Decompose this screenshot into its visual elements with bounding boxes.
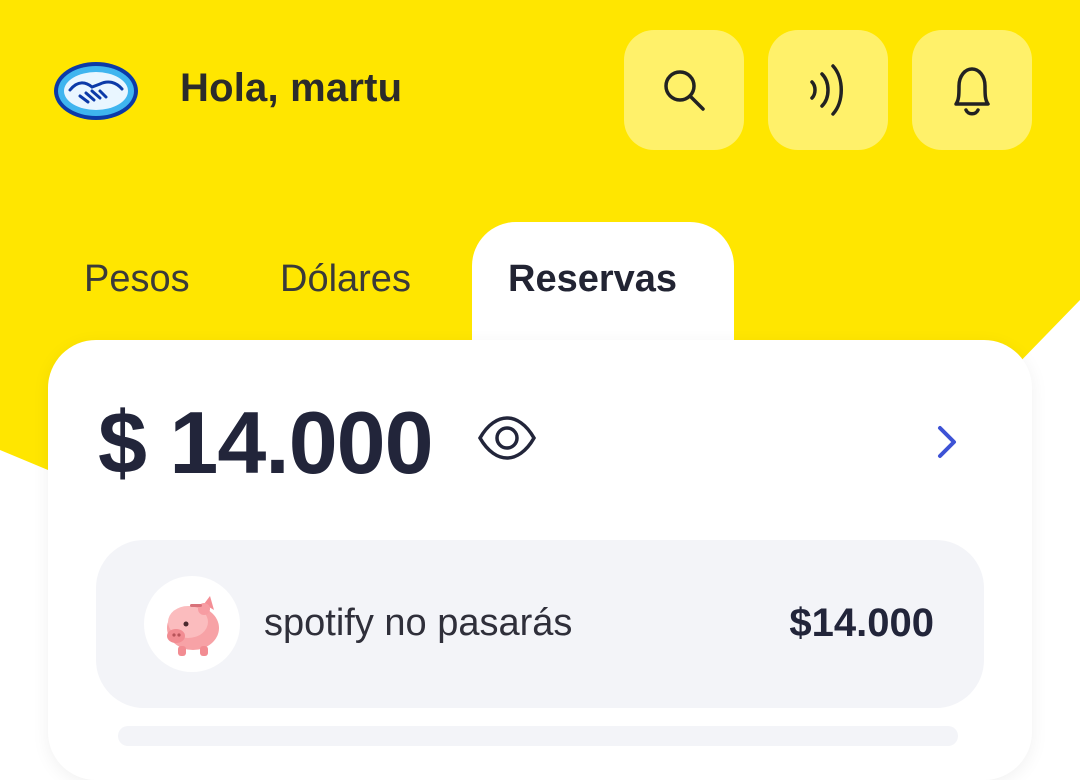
tab-reservas[interactable]: Reservas: [508, 258, 677, 301]
balance-amount: $ 14.000: [98, 393, 434, 492]
contactless-button[interactable]: [768, 30, 888, 150]
reserve-amount: $14.000: [789, 601, 934, 645]
eye-icon[interactable]: [476, 412, 538, 469]
search-icon: [659, 65, 709, 115]
next-reserve-item[interactable]: [118, 726, 958, 746]
tab-dolares[interactable]: Dólares: [280, 258, 411, 301]
tab-pesos[interactable]: Pesos: [84, 258, 190, 301]
chevron-right-icon[interactable]: [932, 422, 962, 467]
mercado-pago-logo[interactable]: [52, 60, 140, 122]
search-button[interactable]: [624, 30, 744, 150]
bell-icon: [944, 60, 1000, 120]
contactless-icon: [806, 60, 850, 120]
top-bar: Hola, martu: [0, 0, 1080, 180]
piggy-bank-icon: [144, 576, 240, 672]
greeting: Hola, martu: [180, 66, 403, 110]
reserve-name: spotify no pasarás: [264, 602, 573, 644]
notifications-button[interactable]: [912, 30, 1032, 150]
